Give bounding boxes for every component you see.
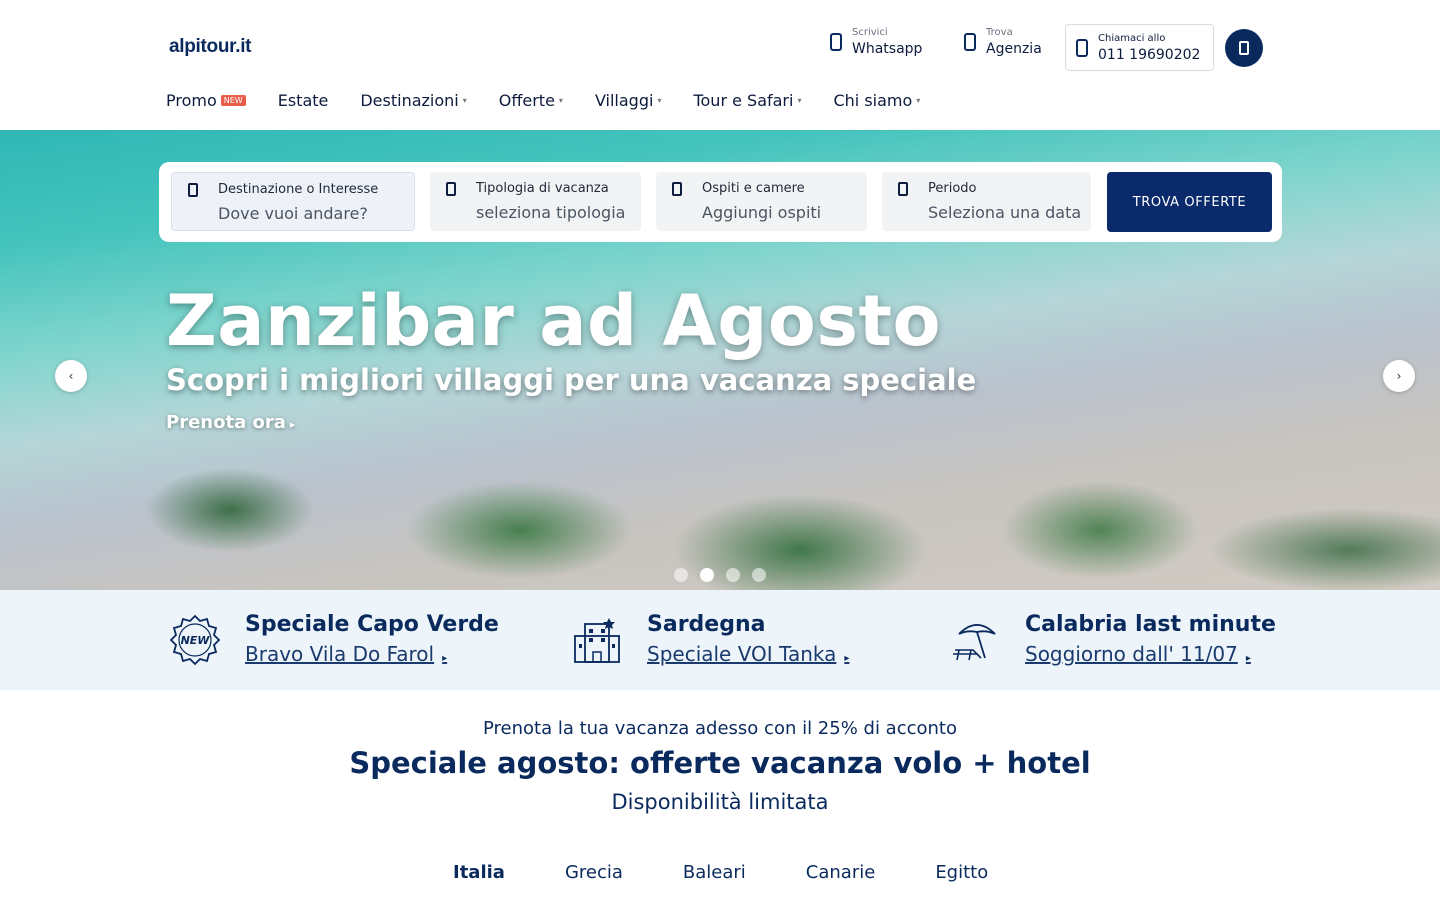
nav-item-destinazioni[interactable]: Destinazioni ▾ — [360, 88, 466, 112]
carousel-dot-3[interactable] — [726, 568, 740, 582]
whatsapp-label: Whatsapp — [852, 41, 923, 57]
offers-subtitle: Disponibilità limitata — [611, 790, 829, 814]
promo-title: Sardegna — [647, 612, 766, 637]
nav-item-label: Promo — [166, 90, 217, 110]
promo-link-label: Bravo Vila Do Farol — [245, 642, 435, 666]
agenzia-label: Agenzia — [986, 41, 1042, 57]
hero-banner: Destinazione o Interesse Dove vuoi andar… — [0, 130, 1440, 590]
phone-number: 011 19690202 — [1098, 46, 1201, 63]
promo-calabria[interactable]: Calabria last minute Soggiorno dall' 11/… — [947, 612, 1276, 675]
period-label: Periodo — [928, 181, 977, 196]
book-now-link[interactable]: Prenota ora ▸ — [166, 412, 295, 433]
nav-item-label: Estate — [277, 90, 329, 110]
offers-title: Speciale agosto: offerte vacanza volo + … — [349, 746, 1091, 780]
search-box: Destinazione o Interesse Dove vuoi andar… — [159, 162, 1282, 242]
tab-baleari[interactable]: Baleari — [683, 862, 746, 883]
tab-egitto[interactable]: Egitto — [935, 862, 988, 883]
vacation-type-value: seleziona tipologia — [476, 203, 626, 222]
destination-tabs: Italia Grecia Baleari Canarie Egitto — [453, 862, 1048, 883]
arrow-right-icon: ▸ — [289, 418, 296, 431]
alpitour-logo[interactable]: alpitour.it — [169, 36, 252, 58]
carousel-dots — [674, 568, 766, 582]
destination-field[interactable]: Destinazione o Interesse Dove vuoi andar… — [171, 172, 415, 231]
destination-placeholder: Dove vuoi andare? — [218, 204, 368, 223]
search-icon — [188, 183, 198, 197]
nav-item-chi-siamo[interactable]: Chi siamo ▾ — [833, 88, 920, 112]
location-icon — [964, 33, 976, 51]
user-icon — [1239, 41, 1249, 55]
promo-link-label: Soggiorno dall' 11/07 — [1025, 642, 1238, 666]
calendar-icon — [898, 182, 908, 196]
nav-item-label: Tour e Safari — [693, 90, 794, 110]
suitcase-icon — [446, 182, 456, 196]
nav-item-label: Villaggi — [594, 90, 654, 110]
nav-item-offerte[interactable]: Offerte ▾ — [499, 88, 563, 112]
promo-link[interactable]: Speciale VOI Tanka ▸ — [647, 638, 849, 675]
period-value: Seleziona una data — [928, 203, 1082, 222]
destination-label: Destinazione o Interesse — [218, 182, 379, 197]
nav-item-label: Destinazioni — [360, 90, 459, 110]
hotel-icon — [574, 618, 620, 663]
carousel-dot-2[interactable] — [700, 568, 714, 582]
guests-value: Aggiungi ospiti — [702, 203, 822, 222]
vacation-type-field[interactable]: Tipologia di vacanza seleziona tipologia — [430, 172, 641, 231]
whatsapp-contact[interactable]: Scrivici Whatsapp — [830, 26, 922, 58]
book-now-label: Prenota ora — [166, 412, 286, 433]
chevron-down-icon: ▾ — [462, 95, 467, 105]
agenzia-small-label: Trova — [986, 27, 1013, 38]
tab-grecia[interactable]: Grecia — [565, 862, 623, 883]
beach-umbrella-icon — [953, 624, 996, 661]
tab-canarie[interactable]: Canarie — [806, 862, 876, 883]
chevron-down-icon: ▾ — [916, 95, 921, 105]
offers-pretitle: Prenota la tua vacanza adesso con il 25%… — [482, 718, 957, 739]
guests-label: Ospiti e camere — [702, 181, 805, 196]
carousel-prev-button[interactable]: ‹ — [55, 360, 87, 392]
nav-item-villaggi[interactable]: Villaggi ▾ — [595, 88, 662, 112]
carousel-dot-4[interactable] — [752, 568, 766, 582]
promo-title: Calabria last minute — [1025, 612, 1276, 637]
arrow-right-icon: ▸ — [442, 653, 448, 664]
period-field[interactable]: Periodo Seleziona una data — [882, 172, 1091, 231]
arrow-right-icon: ▸ — [844, 653, 850, 664]
hero-title: Zanzibar ad Agosto — [166, 280, 942, 362]
site-header: alpitour.it Scrivici Whatsapp Trova Agen… — [0, 0, 1440, 130]
phone-contact[interactable]: Chiamaci allo 011 19690202 — [1065, 24, 1214, 71]
new-badge: NEW — [220, 94, 246, 106]
svg-text:NEW: NEW — [181, 634, 211, 647]
chevron-down-icon: ▾ — [558, 95, 563, 105]
nav-item-estate[interactable]: Estate — [278, 88, 329, 112]
nav-item-label: Chi siamo — [833, 90, 913, 110]
find-offers-button[interactable]: TROVA OFFERTE — [1107, 172, 1272, 232]
whatsapp-icon — [830, 33, 842, 51]
carousel-next-button[interactable]: › — [1383, 360, 1415, 392]
carousel-dot-1[interactable] — [674, 568, 688, 582]
phone-small-label: Chiamaci allo — [1098, 32, 1166, 44]
user-account-button[interactable] — [1225, 29, 1263, 67]
guests-icon — [672, 182, 682, 196]
promo-link[interactable]: Bravo Vila Do Farol ▸ — [245, 638, 499, 675]
promo-strip: NEW Speciale Capo Verde Bravo Vila Do Fa… — [0, 590, 1440, 690]
phone-icon — [1076, 38, 1088, 57]
new-badge-icon: NEW — [169, 614, 221, 666]
chevron-down-icon: ▾ — [797, 95, 802, 105]
whatsapp-small-label: Scrivici — [852, 27, 888, 38]
nav-item-promo[interactable]: Promo NEW — [166, 88, 246, 112]
main-nav: Promo NEW Estate Destinazioni ▾ Offerte … — [166, 88, 952, 112]
nav-item-label: Offerte — [498, 90, 555, 110]
promo-sardegna[interactable]: Sardegna Speciale VOI Tanka ▸ — [569, 612, 849, 675]
promo-link[interactable]: Soggiorno dall' 11/07 ▸ — [1025, 638, 1276, 675]
agenzia-contact[interactable]: Trova Agenzia — [964, 26, 1042, 58]
hero-subtitle: Scopri i migliori villaggi per una vacan… — [166, 363, 977, 397]
chevron-down-icon: ▾ — [657, 95, 662, 105]
promo-capo-verde[interactable]: NEW Speciale Capo Verde Bravo Vila Do Fa… — [167, 612, 499, 675]
vacation-type-label: Tipologia di vacanza — [476, 181, 609, 196]
promo-title: Speciale Capo Verde — [245, 612, 499, 637]
nav-item-tour-safari[interactable]: Tour e Safari ▾ — [693, 88, 801, 112]
guests-field[interactable]: Ospiti e camere Aggiungi ospiti — [656, 172, 867, 231]
tab-italia[interactable]: Italia — [453, 862, 505, 883]
promo-link-label: Speciale VOI Tanka — [647, 642, 837, 666]
arrow-right-icon: ▸ — [1245, 653, 1251, 664]
